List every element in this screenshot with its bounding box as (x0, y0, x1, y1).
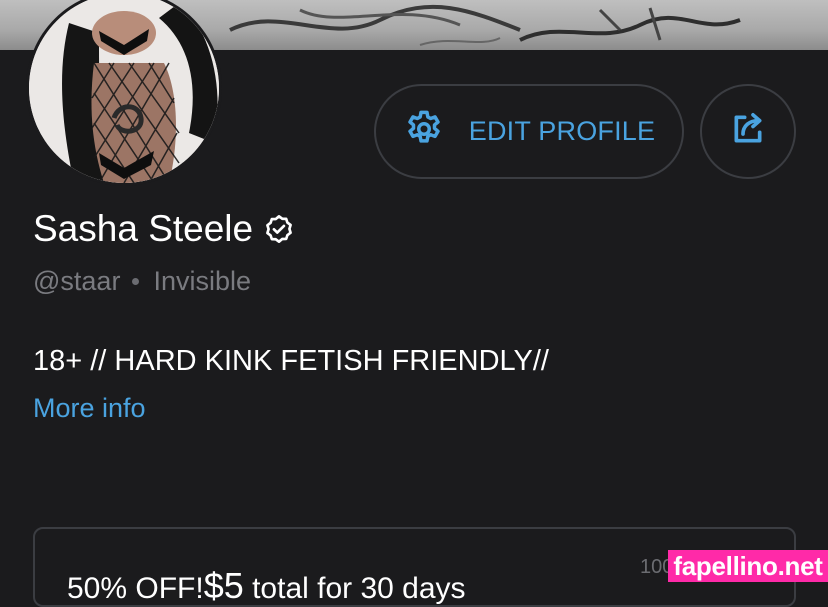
promo-text: 50% OFF!$5 total for 30 days (67, 565, 466, 607)
edit-profile-button[interactable]: EDIT PROFILE (374, 84, 684, 179)
verified-badge-icon (263, 213, 295, 250)
promo-terms: total for 30 days (243, 572, 466, 605)
gear-icon (403, 108, 445, 155)
more-info-link[interactable]: More info (33, 393, 146, 424)
avatar-photo (29, 0, 219, 183)
profile-bio: 18+ // HARD KINK FETISH FRIENDLY// (33, 345, 549, 377)
share-profile-button[interactable] (700, 84, 796, 179)
edit-profile-label: EDIT PROFILE (468, 116, 656, 146)
online-status: Invisible (153, 266, 251, 296)
profile-name-row: Sasha Steele (33, 208, 295, 250)
share-icon (728, 109, 768, 154)
separator-dot (132, 278, 140, 285)
profile-handle-row: @staar Invisible (33, 266, 251, 297)
profile-name: Sasha Steele (33, 208, 254, 249)
promo-discount: 50% OFF! (67, 572, 204, 605)
profile-handle: @staar (33, 266, 121, 296)
profile-avatar[interactable] (26, 0, 222, 186)
watermark-badge: fapellino.net (668, 550, 828, 582)
promo-price: $5 (203, 565, 244, 606)
